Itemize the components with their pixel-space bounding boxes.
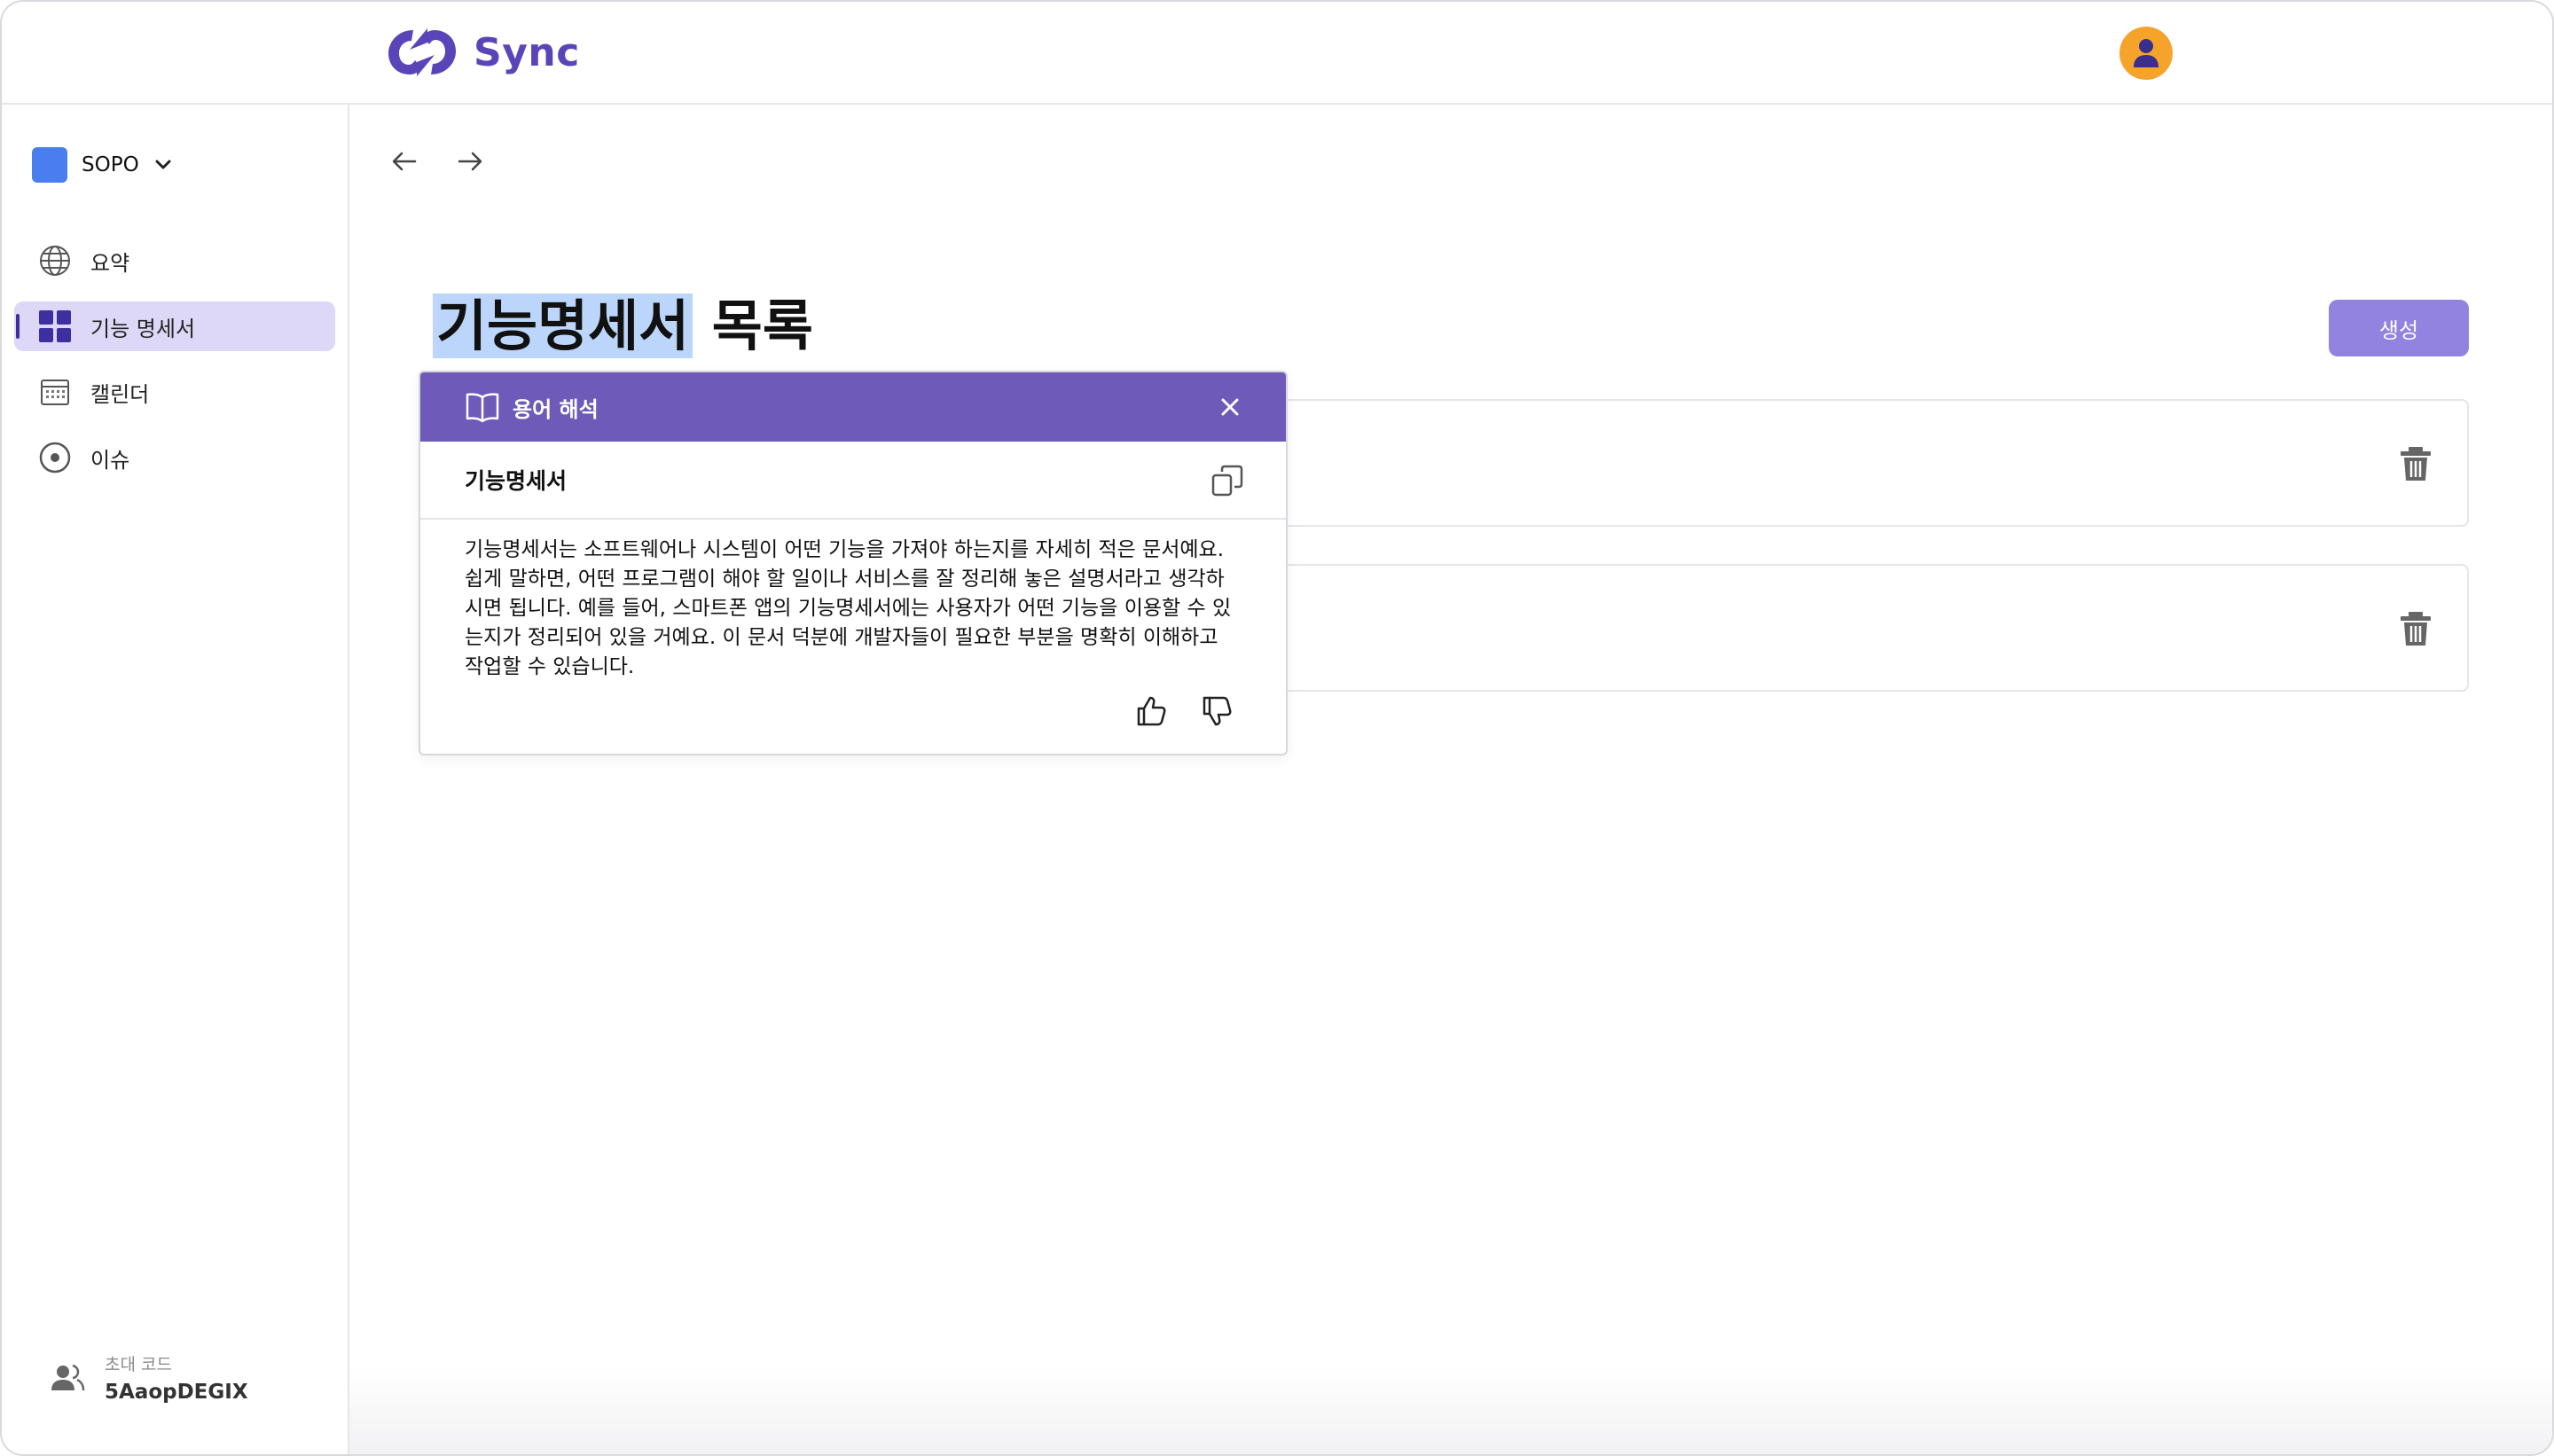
sidebar-item-label: 요약: [90, 250, 130, 276]
create-button[interactable]: 생성: [2329, 300, 2469, 356]
users-icon: [51, 1364, 85, 1390]
trash-icon[interactable]: [2398, 610, 2433, 647]
popover-term-row: 기능명세서: [420, 442, 1286, 520]
trash-icon[interactable]: [2398, 445, 2433, 482]
thumbs-up-icon[interactable]: [1135, 695, 1167, 727]
workspace-color-badge: [32, 147, 67, 183]
workspace-name: SOPO: [82, 153, 139, 176]
spec-card[interactable]: [1234, 564, 2469, 692]
selected-term[interactable]: 기능명세서: [433, 294, 693, 358]
popover-header: 용어 해석: [420, 372, 1286, 442]
workspace-selector[interactable]: SOPO: [32, 147, 173, 183]
avatar[interactable]: [2119, 27, 2173, 80]
sidebar-item-label: 이슈: [90, 447, 130, 473]
user-icon: [2134, 39, 2158, 67]
term-definition-popover: 용어 해석 기능명세서 기능명세서는 소프트웨어나 시스템이 어떤 기능을 가져…: [419, 371, 1288, 755]
arrow-left-icon: [392, 152, 417, 171]
sidebar-item-feature-spec[interactable]: 기능 명세서: [14, 301, 335, 351]
invite-code[interactable]: 5AaopDEGIX: [105, 1381, 248, 1404]
sidebar-item-summary[interactable]: 요약: [14, 236, 335, 286]
back-button[interactable]: [387, 144, 422, 179]
invite-label: 초대 코드: [105, 1355, 172, 1374]
top-bar: Sync: [2, 2, 2552, 105]
thumbs-down-icon[interactable]: [1201, 695, 1233, 727]
book-open-icon: [466, 393, 499, 423]
app-name: Sync: [474, 29, 580, 75]
history-nav: [387, 144, 488, 179]
sync-logo-icon: [388, 28, 456, 76]
sidebar-item-label: 기능 명세서: [90, 316, 196, 341]
popover-term: 기능명세서: [465, 468, 568, 494]
popover-definition: 기능명세서는 소프트웨어나 시스템이 어떤 기능을 가져야 하는지를 자세히 적…: [465, 538, 1232, 678]
spec-card[interactable]: [1234, 399, 2469, 527]
grid-icon: [37, 309, 73, 344]
popover-title: 용어 해석: [513, 396, 599, 422]
forward-button[interactable]: [452, 144, 488, 179]
chevron-down-icon: [155, 160, 171, 169]
sidebar-item-label: 캘린더: [90, 381, 150, 407]
popover-feedback: [1135, 695, 1233, 727]
sidebar: SOPO 요약 기능 명세서 캘린더 이슈 초대 코드 5AaopDEGIX: [2, 105, 349, 1454]
calendar-icon: [37, 374, 73, 410]
issue-circle-icon: [37, 440, 73, 475]
app-window: Sync SOPO 요약 기능 명세서 캘린더 이슈 초대 코드 5AaopDE…: [0, 0, 2554, 1456]
invite-code-section: 초대 코드 5AaopDEGIX: [50, 1351, 248, 1404]
logo[interactable]: Sync: [383, 23, 580, 82]
close-icon[interactable]: [1215, 392, 1245, 422]
copy-icon[interactable]: [1210, 463, 1245, 498]
page-title-rest: 목록: [693, 294, 813, 358]
sidebar-item-calendar[interactable]: 캘린더: [14, 367, 335, 417]
bottom-fade: [349, 1367, 2552, 1454]
arrow-right-icon: [458, 152, 482, 171]
sidebar-item-issues[interactable]: 이슈: [14, 433, 335, 482]
invite-text: 초대 코드 5AaopDEGIX: [105, 1351, 248, 1404]
sidebar-nav: 요약 기능 명세서 캘린더 이슈: [14, 236, 335, 498]
globe-icon: [37, 243, 73, 278]
page-title: 기능명세서 목록: [433, 289, 813, 364]
